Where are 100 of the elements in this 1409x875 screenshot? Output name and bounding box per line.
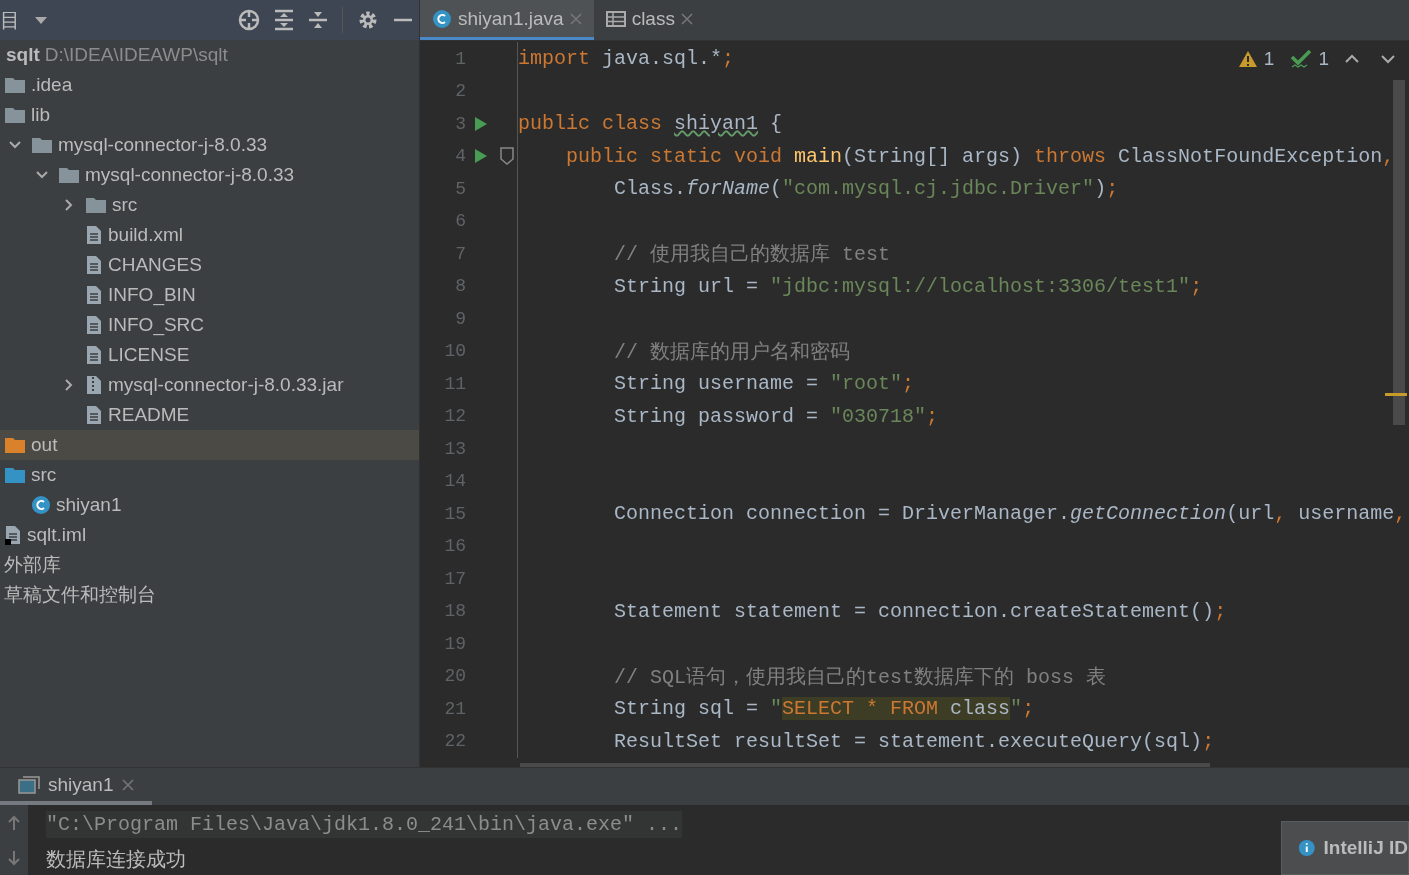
item-label: build.xml <box>108 224 183 246</box>
item-label: mysql-connector-j-8.0.33 <box>58 134 268 156</box>
code-line: ResultSet resultSet = statement.executeQuery(sql); <box>613 729 1215 753</box>
warning-marker[interactable] <box>1385 393 1407 396</box>
tree-item[interactable]: CHANGES <box>0 250 419 280</box>
item-label: CHANGES <box>108 254 202 276</box>
close-icon <box>121 778 134 791</box>
folder-icon <box>31 136 53 154</box>
typo-count: 1 <box>1318 48 1329 70</box>
tree-item[interactable]: src <box>0 460 419 490</box>
tree-item[interactable]: INFO_BIN <box>0 280 419 310</box>
archive-icon <box>85 375 103 395</box>
tree-item[interactable]: mysql-connector-j-8.0.33 <box>0 160 419 190</box>
tree-item[interactable]: lib <box>0 100 419 130</box>
locate-icon[interactable] <box>238 9 260 31</box>
tree-item[interactable]: INFO_SRC <box>0 310 419 340</box>
line-number: 14 <box>444 471 466 491</box>
code-line: Connection connection = DriverManager.getConnection(url, username, <box>613 502 1407 525</box>
code-line: String password = "030718"; <box>613 404 939 428</box>
tree-item[interactable]: 外部库 <box>0 550 419 580</box>
chevron-up-icon[interactable] <box>1345 54 1359 64</box>
line-number: 8 <box>455 276 466 296</box>
item-label: sqlt.iml <box>27 524 87 546</box>
file-icon <box>85 405 103 425</box>
expand-all-icon[interactable] <box>274 9 294 31</box>
line-number: 22 <box>444 731 466 751</box>
item-label: LICENSE <box>108 344 190 366</box>
tree-item[interactable]: src <box>0 190 419 220</box>
tree-item[interactable]: LICENSE <box>0 340 419 370</box>
tree-item[interactable]: 草稿文件和控制台 <box>0 580 419 610</box>
folder-icon <box>4 76 26 94</box>
item-label: INFO_SRC <box>108 314 205 336</box>
project-root[interactable]: sqlt D:\IDEA\IDEAWP\sqlt <box>0 40 419 70</box>
item-label: lib <box>31 104 50 126</box>
file-icon <box>85 345 103 365</box>
file-icon <box>85 285 103 305</box>
project-name: sqlt <box>6 44 40 66</box>
editor-tab[interactable]: shiyan1.java <box>420 0 594 40</box>
collapse-all-icon[interactable] <box>308 9 328 31</box>
line-number: 3 <box>455 113 466 134</box>
line-number: 17 <box>444 568 466 589</box>
warning-count: 1 <box>1263 48 1275 70</box>
code-line: import java.sql.*; <box>518 47 735 70</box>
tree-item[interactable]: sqlt.iml <box>0 520 419 550</box>
chevron-down-icon[interactable] <box>1381 54 1395 64</box>
line-number: 4 <box>455 146 466 166</box>
check-icon <box>1290 49 1313 69</box>
run-icon[interactable] <box>474 115 488 132</box>
console-icon <box>18 775 40 794</box>
item-label: mysql-connector-j-8.0.33 <box>85 164 295 186</box>
arrow-up-icon[interactable] <box>7 814 21 831</box>
file-icon <box>85 225 103 245</box>
item-label: .idea <box>31 74 73 96</box>
minimize-icon[interactable] <box>393 18 413 22</box>
item-label: README <box>108 404 190 426</box>
item-label: 草稿文件和控制台 <box>4 583 156 607</box>
folder-icon <box>85 196 107 214</box>
code-line: public class shiyan1 { <box>518 112 783 135</box>
table-icon <box>605 10 626 27</box>
line-number: 2 <box>455 81 466 101</box>
close-icon <box>680 12 693 25</box>
line-number: 19 <box>444 633 466 654</box>
tree-item[interactable]: out <box>0 430 419 460</box>
class-icon <box>31 495 51 515</box>
line-number: 12 <box>444 406 466 426</box>
tree-item[interactable]: mysql-connector-j-8.0.33.jar <box>0 370 419 400</box>
arrow-down-icon[interactable] <box>7 849 21 866</box>
file-icon <box>4 525 22 545</box>
tree-item[interactable]: shiyan1 <box>0 490 419 520</box>
tree-item[interactable]: build.xml <box>0 220 419 250</box>
dropdown-icon <box>34 15 48 25</box>
item-label: mysql-connector-j-8.0.33.jar <box>108 374 344 396</box>
vertical-scrollbar[interactable] <box>1393 80 1405 425</box>
notification-popup[interactable]: IntelliJ ID <box>1281 821 1409 875</box>
item-label: 外部库 <box>4 553 61 577</box>
run-icon[interactable] <box>474 148 488 164</box>
tree-item[interactable]: .idea <box>0 70 419 100</box>
item-label: src <box>112 194 138 216</box>
line-number: 6 <box>455 211 466 231</box>
code-line: String url = "jdbc:mysql://localhost:3306/test1"; <box>613 274 1203 298</box>
line-number: 9 <box>455 308 466 329</box>
tree-item[interactable]: README <box>0 400 419 430</box>
line-number: 7 <box>455 243 466 264</box>
line-number: 5 <box>455 178 466 199</box>
folder-icon <box>4 106 26 124</box>
code-line: Class.forName("com.mysql.cj.jdbc.Driver"); <box>613 177 1119 200</box>
run-tab[interactable]: shiyan1 <box>0 768 152 805</box>
item-label: out <box>31 434 58 456</box>
tree-item[interactable]: mysql-connector-j-8.0.33 <box>0 130 419 160</box>
code-line: public static void main(String[] args) throws ClassNotFoundException, <box>565 144 1395 168</box>
code-line: // 数据库的用户名和密码 <box>613 339 851 365</box>
editor-tab[interactable]: class <box>593 0 705 40</box>
item-label: src <box>31 464 57 486</box>
folder-icon <box>4 466 26 484</box>
project-path: D:\IDEA\IDEAWP\sqlt <box>44 44 228 66</box>
panel-title: 目 <box>0 7 20 33</box>
file-icon <box>85 315 103 335</box>
line-number: 20 <box>444 666 466 686</box>
settings-icon[interactable] <box>357 9 379 31</box>
code-line: Statement statement = connection.createStatement(); <box>613 599 1227 623</box>
